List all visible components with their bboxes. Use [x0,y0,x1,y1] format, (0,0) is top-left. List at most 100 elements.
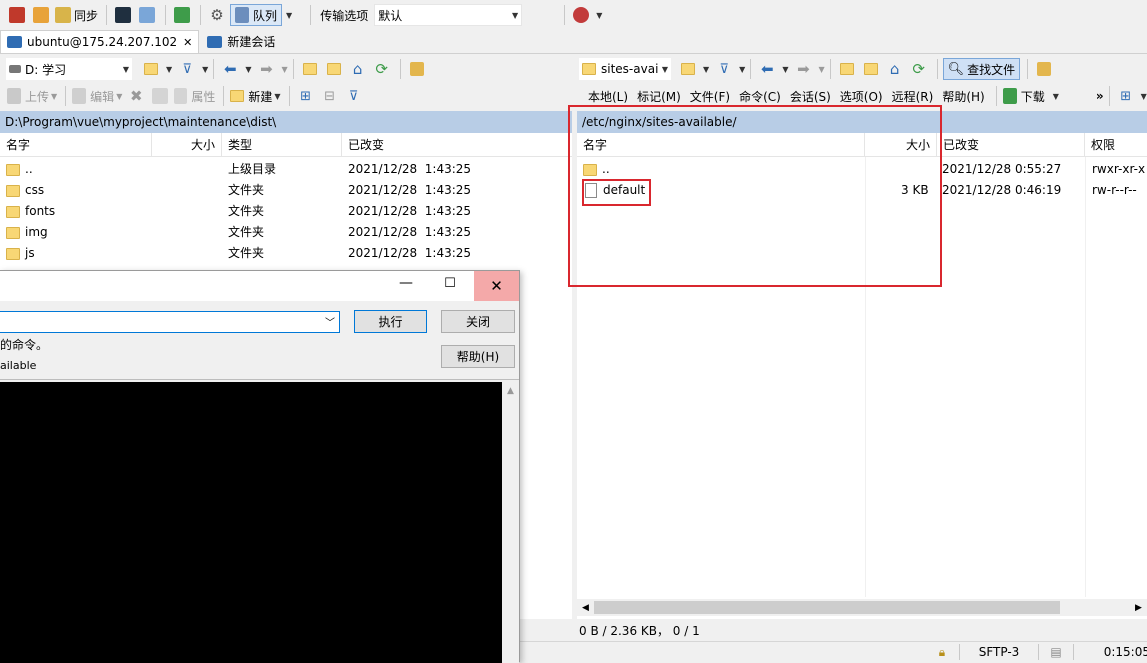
select-icon[interactable]: ⊞ [295,85,317,107]
help-button[interactable]: 帮助(H) [441,345,515,368]
table-row[interactable]: img 文件夹 2021/12/28 1:43:25 [0,222,572,243]
left-toolbar: D: 学习 ▼ ▼ ⊽ ▼ ⬅ ▼ ➡ ▼ ⌂ ⟳ [6,57,430,81]
close-tab-icon[interactable]: ✕ [183,36,192,49]
filter-icon[interactable]: ⊽ [713,58,735,80]
table-row[interactable]: .. 上级目录 2021/12/28 1:43:25 [0,159,572,180]
tab-new-session[interactable]: 新建会话 [201,31,281,53]
main-toolbar: 同步 ⚙ 队列 ▼ 传输选项 默认 ▼ ▼ [6,3,602,27]
menu-commands[interactable]: 命令(C) [739,88,781,105]
parent-dir-icon[interactable] [299,58,321,80]
open-folder-icon[interactable] [677,58,699,80]
console-output[interactable] [0,382,502,663]
col-type[interactable]: 类型 [222,133,342,157]
command-hint: 的命令。 [0,338,49,352]
terminal-icon[interactable] [112,4,134,26]
close-window-icon[interactable]: ✕ [474,271,519,301]
delete-icon[interactable]: ✖ [125,85,147,107]
left-rows: .. 上级目录 2021/12/28 1:43:25 css 文件夹 2021/… [0,157,572,264]
remote-dir-select[interactable]: sites-avai ▼ [579,58,671,80]
col-size[interactable]: 大小 [152,133,222,157]
tree-icon[interactable] [406,58,428,80]
close-button[interactable]: 关闭 [441,310,515,333]
statusbar: 🔒︎ SFTP-3 ▤ 0:15:05 [925,642,1147,662]
chevron-down-icon: ▼ [122,64,129,74]
menu-files[interactable]: 文件(F) [690,88,730,105]
col-rights[interactable]: 权限 [1085,133,1147,157]
home-icon[interactable]: ⌂ [347,58,369,80]
left-path-bar[interactable]: D:\Program\vue\myproject\maintenance\dis… [0,111,572,133]
forward-arrow-icon[interactable]: ➡ [255,58,277,80]
right-toolbar: sites-avai ▼ ▼ ⊽ ▼ ⬅ ▼ ➡ ▼ ⌂ ⟳ 🔍︎ 查找文件 [579,57,1057,81]
col-changed[interactable]: 已改变 [937,133,1085,157]
chevron-down-icon: ▼ [512,10,519,20]
menu-mark[interactable]: 标记(M) [637,88,681,105]
parent-folder-icon [6,163,20,176]
back-arrow-icon[interactable]: ⬅ [756,58,778,80]
tab-session[interactable]: ubuntu@175.24.207.102 ✕ [0,30,200,53]
refresh-icon[interactable]: ⟳ [908,58,930,80]
sync-button[interactable]: 同步 [54,4,99,26]
col-changed[interactable]: 已改变 [342,133,572,157]
menu-options[interactable]: 选项(O) [840,88,883,105]
console-window: — ☐ ✕ ﹀ 执行 关闭 的命令。 帮助(H) ailable ▲ [0,270,520,663]
queue-dropdown-icon[interactable]: ▼ [286,11,292,20]
menu-remote[interactable]: 远程(R) [892,88,934,105]
horizontal-scrollbar[interactable]: ◀ ▶ [577,599,1147,616]
unselect-icon[interactable]: ⊟ [319,85,341,107]
menu-session[interactable]: 会话(S) [790,88,831,105]
folder-icon [6,247,20,260]
menu-help[interactable]: 帮助(H) [942,88,984,105]
root-dir-icon[interactable] [323,58,345,80]
open-folder-icon[interactable] [140,58,162,80]
current-directory: ailable [0,359,37,372]
download-button[interactable]: 下载 ▼ [1002,85,1060,107]
find-files-button[interactable]: 🔍︎ 查找文件 [942,58,1021,80]
menu-local[interactable]: 本地(L) [588,88,628,105]
scroll-up-icon[interactable]: ▲ [502,386,519,396]
rename-icon[interactable] [149,85,171,107]
sync-browse-icon[interactable] [30,4,52,26]
edit-button[interactable]: 编辑 ▼ [71,85,123,107]
home-icon[interactable]: ⌂ [884,58,906,80]
more-icon[interactable]: » [1096,89,1104,103]
scroll-left-icon[interactable]: ◀ [577,603,594,613]
table-row[interactable]: fonts 文件夹 2021/12/28 1:43:25 [0,201,572,222]
back-arrow-icon[interactable]: ⬅ [219,58,241,80]
chevron-down-icon: ﹀ [325,318,335,329]
execute-button[interactable]: 执行 [354,310,427,333]
disconnect-icon[interactable] [570,4,592,26]
parent-dir-icon[interactable] [836,58,858,80]
upload-button[interactable]: 上传 ▼ [6,85,58,107]
select-icon[interactable]: ⊞ [1115,85,1137,107]
vertical-scrollbar[interactable]: ▲ [502,382,519,663]
folder-icon [6,226,20,239]
scroll-thumb[interactable] [594,601,1060,614]
minimize-icon[interactable]: — [388,275,424,291]
preferences-gear-icon[interactable]: ⚙ [206,4,228,26]
properties-button[interactable]: 属性 [173,85,216,107]
left-actions: 上传 ▼ 编辑 ▼ ✖ 属性 新建 ▼ ⊞ ⊟ ⊽ [6,85,367,107]
refresh-icon[interactable]: ⟳ [371,58,393,80]
new-button[interactable]: 新建 ▼ [229,85,281,107]
compare-icon[interactable] [6,4,28,26]
drive-select[interactable]: D: 学习 ▼ [6,58,132,80]
maximize-icon[interactable]: ☐ [432,276,468,291]
filter-icon[interactable]: ⊽ [176,58,198,80]
root-dir-icon[interactable] [860,58,882,80]
table-row[interactable]: css 文件夹 2021/12/28 1:43:25 [0,180,572,201]
col-name[interactable]: 名字 [0,133,152,157]
lock-icon: 🔒︎ [938,644,946,659]
menu-bar: 本地(L) 标记(M) 文件(F) 命令(C) 会话(S) 选项(O) 远程(R… [588,85,1147,107]
forward-arrow-icon[interactable]: ➡ [792,58,814,80]
queue-button[interactable]: 队列 [230,4,283,26]
scroll-right-icon[interactable]: ▶ [1130,603,1147,613]
tree-icon[interactable] [1033,58,1055,80]
command-combo[interactable]: ﹀ [0,311,340,333]
transfer-status-icon: ▤ [1050,645,1062,659]
table-row[interactable]: js 文件夹 2021/12/28 1:43:25 [0,243,572,264]
filter-mask-icon[interactable]: ⊽ [343,85,365,107]
putty-icon[interactable] [136,4,158,26]
disconnect-dropdown-icon[interactable]: ▼ [596,11,602,20]
refresh-sync-icon[interactable] [171,4,193,26]
transfer-options-select[interactable]: 默认 ▼ [374,4,523,26]
